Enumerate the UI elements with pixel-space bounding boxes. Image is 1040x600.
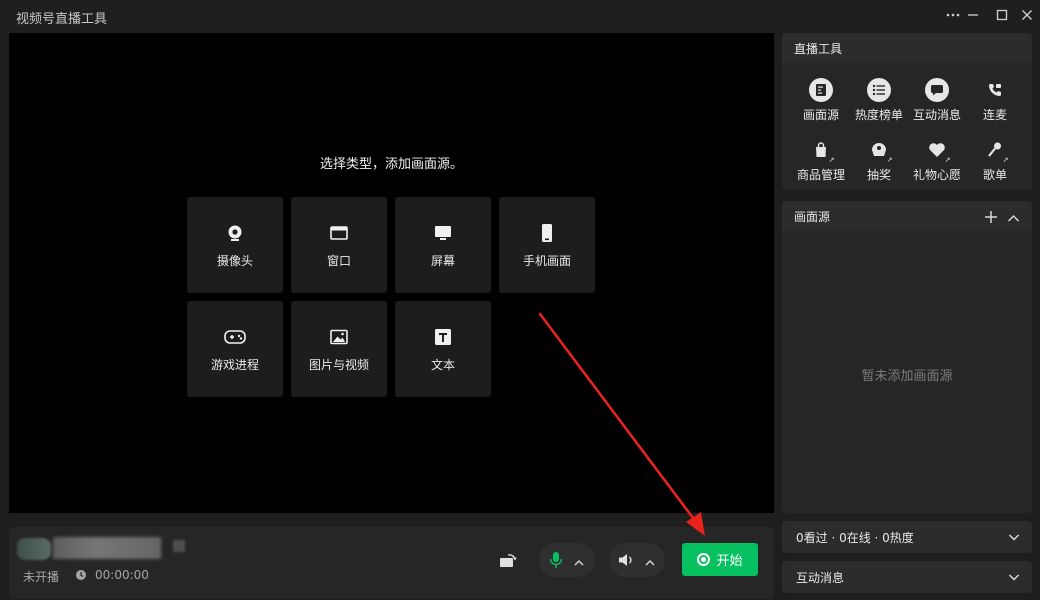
- start-live-button[interactable]: 开始: [682, 543, 758, 576]
- external-link-icon: ↗: [827, 156, 836, 165]
- maximize-icon[interactable]: [988, 4, 1016, 26]
- source-window-tile[interactable]: 窗口: [291, 197, 387, 293]
- external-link-icon: ↗: [1001, 156, 1010, 165]
- stats-summary: 0看过 · 0在线 · 0热度: [796, 530, 914, 545]
- bottom-control-bar: 未开播 00:00:00 开始: [9, 527, 774, 599]
- monitor-icon: [432, 222, 454, 244]
- source-label: 摄像头: [216, 253, 253, 268]
- call-icon: [983, 78, 1007, 102]
- live-tools-title: 直播工具: [782, 33, 1032, 63]
- start-label: 开始: [716, 554, 743, 569]
- external-link-icon: ↗: [943, 156, 952, 165]
- messages-panel-title: 互动消息: [796, 570, 845, 585]
- source-label: 窗口: [326, 253, 351, 268]
- source-media-tile[interactable]: 图片与视频: [291, 301, 387, 397]
- account-avatar-blurred: [17, 538, 51, 560]
- tool-hot-ranking[interactable]: 热度榜单: [850, 78, 908, 123]
- tool-interactive-messages[interactable]: 互动消息: [908, 78, 966, 123]
- source-icon: [809, 78, 833, 102]
- speaker-control[interactable]: [609, 543, 665, 577]
- live-tools-panel: 直播工具 画面源 热度榜单 互动消息 连麦 ↗ 商品管理 ↗ 抽奖 ↗ 礼物心愿…: [782, 33, 1032, 190]
- chevron-up-icon[interactable]: [573, 554, 585, 566]
- collapse-chevron-up-icon[interactable]: [1007, 210, 1020, 223]
- minimize-icon[interactable]: [959, 4, 987, 26]
- app-title: 视频号直播工具: [16, 12, 108, 27]
- text-icon: [432, 326, 454, 348]
- chevron-down-icon[interactable]: [1008, 571, 1020, 583]
- source-label: 手机画面: [522, 253, 571, 268]
- music-mic-icon: ↗: [983, 138, 1010, 165]
- speaker-icon[interactable]: [618, 552, 636, 568]
- tool-label: 商品管理: [796, 168, 845, 182]
- shopping-bag-icon: ↗: [809, 138, 836, 165]
- live-status: 未开播: [23, 570, 60, 584]
- rotate-screen-icon[interactable]: [498, 551, 518, 569]
- tool-gift-wish[interactable]: ↗ 礼物心愿: [908, 138, 966, 183]
- source-label: 屏幕: [430, 253, 455, 268]
- tool-source[interactable]: 画面源: [792, 78, 850, 123]
- list-icon: [867, 78, 891, 102]
- preview-stage: 选择类型，添加画面源。 摄像头 窗口 屏幕 手机画面 游戏进程 图片与视频 文本: [9, 33, 774, 513]
- account-name-blurred: [53, 537, 161, 559]
- source-screen-tile[interactable]: 屏幕: [395, 197, 491, 293]
- add-source-icon[interactable]: [984, 209, 998, 223]
- tool-label: 画面源: [802, 108, 839, 122]
- phone-icon: [536, 222, 558, 244]
- stats-panel[interactable]: 0看过 · 0在线 · 0热度: [782, 521, 1032, 553]
- clock-icon: [76, 570, 86, 580]
- sources-panel: 画面源 暂未添加画面源: [782, 201, 1032, 513]
- messages-panel[interactable]: 互动消息: [782, 561, 1032, 593]
- tool-label: 礼物心愿: [912, 168, 961, 182]
- close-icon[interactable]: [1013, 4, 1040, 26]
- microphone-control[interactable]: [539, 543, 595, 577]
- tool-label: 抽奖: [866, 168, 891, 182]
- chat-icon: [925, 78, 949, 102]
- external-link-icon: ↗: [885, 156, 894, 165]
- window-icon: [328, 222, 350, 244]
- source-phone-tile[interactable]: 手机画面: [499, 197, 595, 293]
- gamepad-icon: [224, 326, 246, 348]
- tool-co-host[interactable]: 连麦: [966, 78, 1024, 123]
- tool-lottery[interactable]: ↗ 抽奖: [850, 138, 908, 183]
- chevron-down-icon[interactable]: [1008, 531, 1020, 543]
- source-game-tile[interactable]: 游戏进程: [187, 301, 283, 397]
- gift-heart-icon: ↗: [925, 138, 952, 165]
- tool-label: 歌单: [982, 168, 1007, 182]
- source-label: 文本: [430, 357, 455, 372]
- tool-label: 热度榜单: [854, 108, 903, 122]
- tool-label: 连麦: [982, 108, 1007, 122]
- lottery-icon: ↗: [867, 138, 894, 165]
- source-camera-tile[interactable]: 摄像头: [187, 197, 283, 293]
- chevron-up-icon[interactable]: [644, 554, 656, 566]
- source-label: 游戏进程: [210, 357, 259, 372]
- image-icon: [328, 326, 350, 348]
- source-text-tile[interactable]: 文本: [395, 301, 491, 397]
- sources-empty-state: 暂未添加画面源: [861, 369, 953, 384]
- microphone-icon[interactable]: [549, 551, 563, 569]
- tool-playlist[interactable]: ↗ 歌单: [966, 138, 1024, 183]
- source-label: 图片与视频: [308, 357, 369, 372]
- tool-product-management[interactable]: ↗ 商品管理: [792, 138, 850, 183]
- record-icon: [697, 553, 711, 566]
- add-source-prompt: 选择类型，添加画面源。: [319, 157, 463, 172]
- title-bar: 视频号直播工具: [0, 0, 1040, 32]
- live-timer: 00:00:00: [95, 568, 149, 582]
- tool-label: 互动消息: [912, 108, 961, 122]
- camera-icon: [224, 222, 246, 244]
- account-extra-blurred: [173, 540, 185, 552]
